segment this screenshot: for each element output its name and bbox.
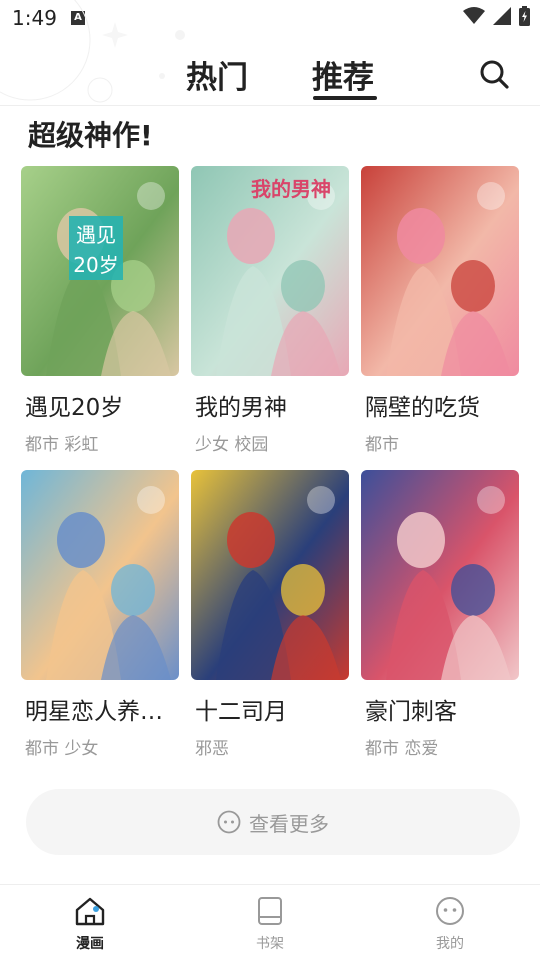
comic-cover[interactable] xyxy=(191,470,349,680)
cover-title-text: 20岁 xyxy=(73,253,118,277)
cover-figure-head xyxy=(397,512,445,568)
comic-title[interactable]: 豪门刺客 xyxy=(365,692,521,726)
cover-figure-head-2 xyxy=(111,564,155,616)
comic-tags: 邪恶 xyxy=(195,739,229,759)
nav-label-comics: 漫画 xyxy=(76,936,104,952)
comic-card[interactable]: 遇见 20岁 遇见20岁 都市 彩虹 xyxy=(21,166,181,455)
nav-item-bookshelf[interactable]: 书架 xyxy=(220,895,320,953)
cover-highlight xyxy=(137,182,165,210)
view-more-button[interactable]: 查看更多 xyxy=(26,789,520,855)
comic-cover[interactable]: 我的男神 xyxy=(191,166,349,376)
comic-title[interactable]: 明星恋人养… xyxy=(25,692,181,726)
status-time: 1:49 xyxy=(12,6,57,30)
cover-figure-head-2 xyxy=(281,260,325,312)
comic-title[interactable]: 我的男神 xyxy=(195,388,351,422)
comic-tags: 都市 少女 xyxy=(25,739,99,759)
comic-title[interactable]: 十二司月 xyxy=(195,692,351,726)
comic-tags: 都市 恋爱 xyxy=(365,739,439,759)
nav-label-bookshelf: 书架 xyxy=(256,936,284,952)
cover-figure-head xyxy=(57,512,105,568)
cover-highlight xyxy=(307,486,335,514)
bookshelf-icon xyxy=(258,897,282,925)
cover-highlight xyxy=(477,486,505,514)
cover-highlight xyxy=(137,486,165,514)
comic-title[interactable]: 隔壁的吃货 xyxy=(365,388,521,422)
profile-icon xyxy=(436,897,464,925)
status-bar: 1:49 A xyxy=(0,0,540,36)
cover-title-text: 遇见 xyxy=(76,223,116,247)
comic-tags: 都市 彩虹 xyxy=(25,435,99,455)
comic-card[interactable]: 十二司月 邪恶 xyxy=(191,470,351,759)
cover-highlight xyxy=(477,182,505,210)
notification-icon: A xyxy=(71,11,85,25)
cover-figure-head xyxy=(227,512,275,568)
comic-cover[interactable]: 遇见 20岁 xyxy=(21,166,179,376)
comic-tags: 都市 xyxy=(365,435,399,455)
comic-cover[interactable] xyxy=(21,470,179,680)
search-icon[interactable] xyxy=(478,58,510,90)
comic-card[interactable]: 我的男神 我的男神 少女 校园 xyxy=(191,166,351,455)
comic-tags: 少女 校园 xyxy=(195,435,269,455)
comic-card[interactable]: 豪门刺客 都市 恋爱 xyxy=(361,470,521,759)
comic-title[interactable]: 遇见20岁 xyxy=(25,388,181,422)
comic-card[interactable]: 明星恋人养… 都市 少女 xyxy=(21,470,181,759)
nav-item-comics[interactable]: 漫画 xyxy=(40,895,140,953)
comic-cover[interactable] xyxy=(361,166,519,376)
active-tab-indicator xyxy=(313,96,377,100)
tab-recommend[interactable]: 推荐 xyxy=(312,52,374,97)
comic-cover[interactable] xyxy=(361,470,519,680)
nav-label-profile: 我的 xyxy=(436,936,464,952)
section-title: 超级神作! xyxy=(28,119,153,152)
header-divider xyxy=(0,105,540,106)
cover-figure-head xyxy=(227,208,275,264)
home-icon xyxy=(75,897,105,926)
view-more-label: 查看更多 xyxy=(249,811,329,836)
bottom-nav: 漫画 书架 我的 xyxy=(0,884,540,961)
cover-figure-head-2 xyxy=(451,260,495,312)
comic-card[interactable]: 隔壁的吃货 都市 xyxy=(361,166,521,455)
status-icons xyxy=(463,6,530,26)
top-tab-bar: 热门 推荐 xyxy=(0,46,540,104)
cover-figure-head-2 xyxy=(281,564,325,616)
battery-icon xyxy=(519,6,530,26)
wifi-icon xyxy=(463,7,485,24)
smiley-icon xyxy=(217,810,241,834)
tab-hot[interactable]: 热门 xyxy=(186,52,248,97)
nav-item-profile[interactable]: 我的 xyxy=(400,895,500,953)
cover-figure-head-2 xyxy=(451,564,495,616)
cover-figure-head xyxy=(397,208,445,264)
signal-icon xyxy=(493,7,511,25)
cover-title-text: 我的男神 xyxy=(251,177,331,201)
